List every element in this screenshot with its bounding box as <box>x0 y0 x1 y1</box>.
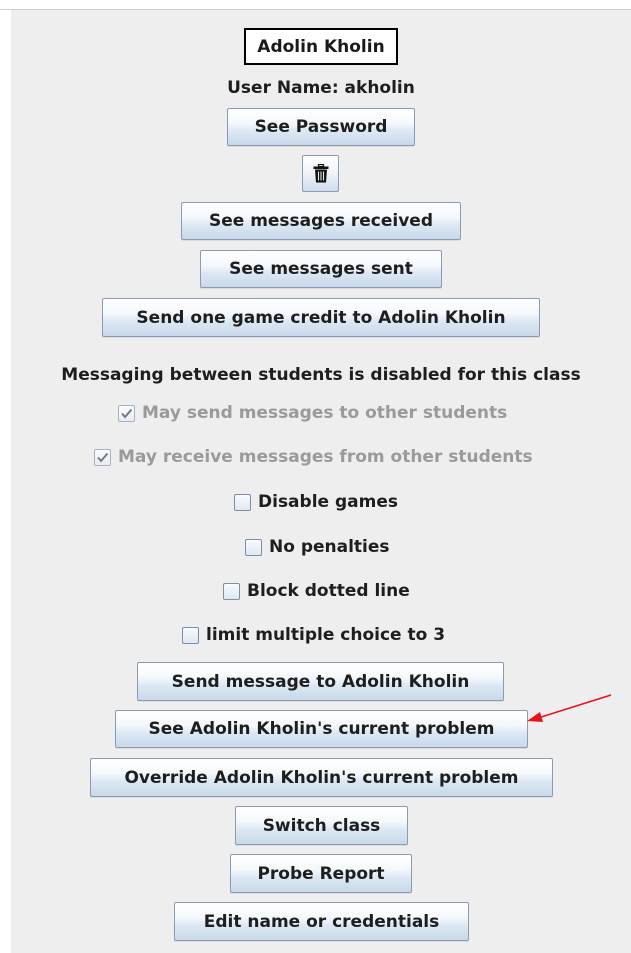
see-current-problem-button[interactable]: See Adolin Kholin's current problem <box>115 710 528 748</box>
may-send-messages-checkbox: May send messages to other students <box>118 401 507 425</box>
send-game-credit-button[interactable]: Send one game credit to Adolin Kholin <box>102 298 540 337</box>
block-dotted-line-checkbox[interactable]: Block dotted line <box>223 579 410 603</box>
send-message-button[interactable]: Send message to Adolin Kholin <box>137 662 504 701</box>
see-password-button[interactable]: See Password <box>227 108 415 146</box>
override-current-problem-button[interactable]: Override Adolin Kholin's current problem <box>90 758 553 797</box>
checkbox-box[interactable] <box>182 626 199 644</box>
student-name: Adolin Kholin <box>257 36 385 57</box>
arrow-head <box>527 712 543 722</box>
messaging-disabled-notice: Messaging between students is disabled f… <box>61 365 581 385</box>
edit-credentials-button[interactable]: Edit name or credentials <box>174 902 469 941</box>
checkbox-box <box>118 404 135 422</box>
checkbox-box[interactable] <box>223 582 240 600</box>
see-messages-received-button[interactable]: See messages received <box>181 202 461 240</box>
see-messages-sent-button[interactable]: See messages sent <box>200 250 442 288</box>
checkbox-box <box>94 448 111 466</box>
checkbox-box[interactable] <box>234 493 251 511</box>
checkbox-box[interactable] <box>245 538 262 556</box>
student-name-box: Adolin Kholin <box>244 28 398 65</box>
checkmark-icon <box>121 408 133 419</box>
user-name-label: User Name: akholin <box>227 78 415 98</box>
delete-student-button[interactable] <box>302 155 339 192</box>
limit-multiple-choice-checkbox[interactable]: limit multiple choice to 3 <box>182 623 445 647</box>
trash-icon <box>313 164 328 183</box>
arrow-shaft <box>537 694 612 719</box>
annotation-arrow <box>527 694 612 722</box>
switch-class-button[interactable]: Switch class <box>235 806 408 845</box>
no-penalties-checkbox[interactable]: No penalties <box>245 535 390 559</box>
probe-report-button[interactable]: Probe Report <box>230 854 412 893</box>
checkmark-icon <box>97 452 109 463</box>
disable-games-checkbox[interactable]: Disable games <box>234 490 398 514</box>
may-receive-messages-checkbox: May receive messages from other students <box>94 445 533 469</box>
